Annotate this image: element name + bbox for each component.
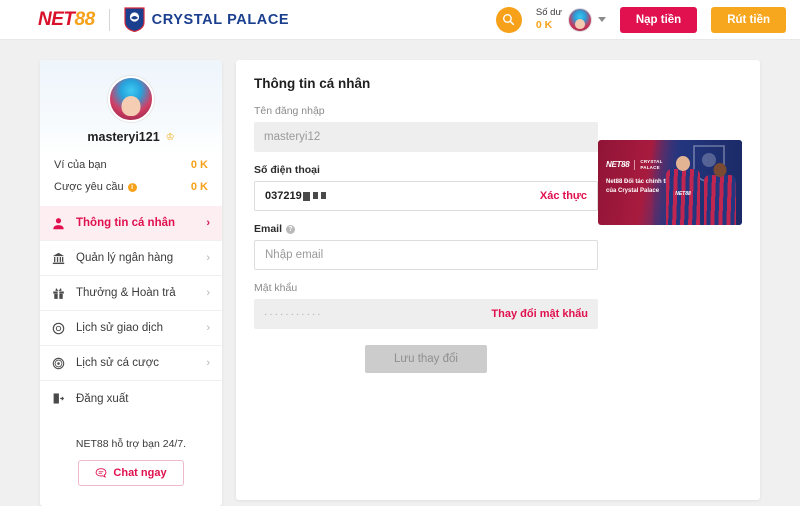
balance-label: Số dư [535, 7, 562, 18]
crystal-palace-crest-icon [124, 7, 145, 32]
sidebar-item-bonus[interactable]: Thưởng & Hoàn trả › [40, 276, 222, 311]
bet-history-icon [52, 357, 74, 370]
promo-jersey-text: NET88 [675, 191, 691, 197]
sidebar-item-label: Lịch sử giao dịch [76, 322, 163, 334]
sidebar-item-label: Lịch sử cá cược [76, 357, 160, 369]
sidebar-item-label: Thông tin cá nhân [76, 217, 176, 229]
deposit-button[interactable]: Nạp tiền [619, 6, 698, 33]
sidebar-item-label: Quản lý ngân hàng [76, 252, 174, 264]
crystal-palace-label: CRYSTAL PALACE [151, 11, 290, 28]
password-input: ··········· Thay đổi mật khẩu [254, 299, 598, 329]
support-text: NET88 hỗ trợ bạn 24/7. [75, 438, 187, 450]
sidebar-item-logout[interactable]: Đăng xuất [40, 381, 222, 416]
chat-icon [96, 468, 107, 478]
balance-block[interactable]: Số dư 0 K [536, 7, 606, 32]
bet-requirement-label: Cược yêu cầu [54, 181, 124, 193]
bet-requirement-value: 0 K [190, 181, 208, 193]
profile-username: masteryi121 [87, 130, 160, 144]
sidebar-item-bank[interactable]: Quản lý ngân hàng › [40, 241, 222, 276]
password-field-group: Mật khẩu ··········· Thay đổi mật khẩu [254, 282, 598, 329]
gift-icon [52, 287, 74, 300]
promo-banner[interactable]: NET88 CRYSTAL PALACE Net88 Đối tác chính… [598, 140, 742, 225]
search-button[interactable] [495, 6, 522, 33]
net88-logo-net: NET [38, 9, 75, 30]
header-actions: Số dư 0 K Nạp tiền Rút tiền [495, 6, 786, 33]
password-label: Mật khẩu [254, 282, 298, 294]
phone-masked-digits [302, 191, 326, 201]
profile-avatar[interactable] [108, 76, 154, 122]
promo-partner-line1: CRYSTAL [640, 159, 663, 164]
promo-player-front: NET88 [666, 169, 700, 225]
email-field-group: Email ? Nhập email [254, 223, 598, 270]
balance-value: 0 K [535, 18, 553, 31]
wallet-value: 0 K [190, 159, 208, 171]
username-value: masteryi12 [264, 131, 321, 143]
chat-now-label: Chat ngay [113, 467, 167, 479]
account-sidebar: masteryi121 ♔ Ví của bạn 0 K Cược yêu cầ… [40, 60, 222, 506]
username-input: masteryi12 [254, 122, 598, 152]
chevron-right-icon: › [206, 357, 210, 369]
chevron-down-icon[interactable] [597, 17, 606, 22]
wallet-row: Ví của bạn 0 K [40, 154, 222, 176]
password-value: ··········· [264, 308, 323, 320]
phone-verify-link[interactable]: Xác thực [540, 190, 587, 202]
withdraw-button[interactable]: Rút tiền [711, 6, 786, 33]
username-label: Tên đăng nhập [254, 105, 325, 117]
promo-logo: NET88 CRYSTAL PALACE [606, 159, 663, 170]
chevron-right-icon: › [206, 287, 210, 299]
phone-input[interactable]: 037219 Xác thực [254, 181, 598, 211]
chevron-right-icon: › [206, 322, 210, 334]
support-section: NET88 hỗ trợ bạn 24/7. Chat ngay [40, 438, 222, 506]
promo-net88-logo: NET88 [606, 160, 630, 170]
change-password-link[interactable]: Thay đổi mật khẩu [491, 308, 588, 320]
sidebar-item-transaction-history[interactable]: Lịch sử giao dịch › [40, 311, 222, 346]
net88-logo-88: 88 [74, 9, 96, 30]
header-divider [108, 8, 110, 31]
bet-requirement-row: Cược yêu cầu i 0 K [40, 176, 222, 198]
profile-form: Tên đăng nhập masteryi12 Số điện thoại 0… [254, 105, 598, 373]
chat-now-button[interactable]: Chat ngay [78, 460, 184, 486]
email-placeholder: Nhập email [265, 249, 324, 261]
profile-card: Thông tin cá nhân Tên đăng nhập masteryi… [236, 60, 760, 500]
wallet-label: Ví của bạn [54, 159, 107, 171]
history-icon [52, 322, 74, 335]
page-title: Thông tin cá nhân [254, 76, 371, 91]
promo-partner-line2: PALACE [640, 164, 660, 170]
sidebar-item-profile[interactable]: Thông tin cá nhân › [40, 206, 222, 241]
search-icon [503, 14, 515, 26]
page-body: masteryi121 ♔ Ví của bạn 0 K Cược yêu cầ… [0, 41, 800, 506]
phone-field-group: Số điện thoại 037219 Xác thực [254, 164, 598, 211]
email-input[interactable]: Nhập email [254, 240, 598, 270]
net88-logo[interactable]: NET88 [38, 10, 95, 29]
phone-label: Số điện thoại [254, 164, 320, 176]
sidebar-menu: Thông tin cá nhân › Quản lý ngân hàng › … [40, 206, 222, 416]
logout-icon [52, 392, 74, 405]
email-label-text: Email [254, 223, 283, 235]
sidebar-item-bet-history[interactable]: Lịch sử cá cược › [40, 346, 222, 381]
save-changes-button[interactable]: Lưu thay đổi [365, 345, 487, 373]
site-header: NET88 CRYSTAL PALACE Số dư 0 K Nạp tiền … [0, 0, 800, 40]
username-field-group: Tên đăng nhập masteryi12 [254, 105, 598, 152]
phone-value: 037219 [265, 190, 302, 202]
header-avatar[interactable] [567, 7, 592, 32]
chevron-right-icon: › [206, 217, 210, 229]
crystal-palace-partner[interactable]: CRYSTAL PALACE [124, 7, 290, 32]
question-icon[interactable]: ? [286, 224, 296, 234]
promo-player-back [704, 175, 736, 225]
user-icon [52, 217, 74, 230]
info-icon[interactable]: i [127, 182, 137, 192]
email-label: Email ? [254, 223, 598, 235]
sidebar-item-label: Đăng xuất [76, 392, 129, 405]
crown-icon: ♔ [165, 131, 175, 143]
chevron-right-icon: › [206, 252, 210, 264]
bank-icon [52, 252, 74, 265]
profile-header: masteryi121 ♔ [40, 60, 222, 154]
sidebar-item-label: Thưởng & Hoàn trả [76, 287, 176, 299]
